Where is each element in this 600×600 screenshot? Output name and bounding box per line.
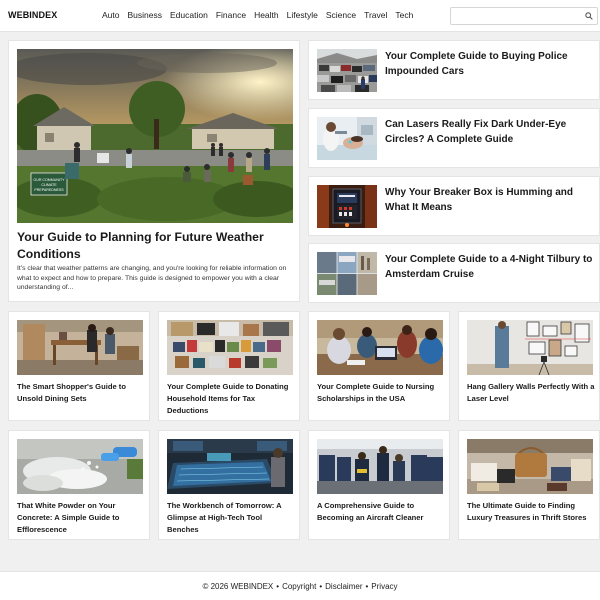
side-article-title[interactable]: Your Complete Guide to a 4-Night Tilbury… (385, 252, 595, 282)
footer-copyright: © 2026 WEBINDEX (202, 581, 274, 591)
footer-link-privacy[interactable]: Privacy (371, 582, 397, 591)
nav-link-business[interactable]: Business (128, 10, 163, 20)
grid-article-title[interactable]: Your Complete Guide to Donating Househol… (167, 381, 295, 417)
grid-article-image[interactable] (17, 320, 143, 375)
svg-text:PREPAREDNESS: PREPAREDNESS (34, 188, 64, 192)
nav-link-finance[interactable]: Finance (216, 10, 246, 20)
grid-article-title[interactable]: A Comprehensive Guide to Becoming an Air… (317, 500, 445, 524)
featured-article-excerpt: It's clear that weather patterns are cha… (17, 265, 287, 291)
grid-article-image[interactable] (467, 320, 593, 375)
grid-article-image[interactable] (167, 320, 293, 375)
grid-article-card[interactable]: The Workbench of Tomorrow: A Glimpse at … (158, 430, 300, 540)
grid-article-image[interactable] (167, 439, 293, 494)
grid-article-title[interactable]: That White Powder on Your Concrete: A Si… (17, 500, 145, 536)
featured-article-image[interactable]: OUR COMMUNITY CLIMATE PREPAREDNESS (17, 49, 293, 223)
nav-link-health[interactable]: Health (254, 10, 279, 20)
search-input[interactable] (451, 8, 581, 24)
nav-link-tech[interactable]: Tech (395, 10, 413, 20)
featured-article-title[interactable]: Your Guide to Planning for Future Weathe… (17, 229, 293, 263)
grid-article-title[interactable]: Your Complete Guide to Nursing Scholarsh… (317, 381, 445, 405)
side-article-card[interactable]: Your Complete Guide to Buying Police Imp… (308, 40, 600, 100)
footer-link-copyright[interactable]: Copyright (282, 582, 316, 591)
grid-article-title[interactable]: Hang Gallery Walls Perfectly With a Lase… (467, 381, 595, 405)
main-nav: Auto Business Education Finance Health L… (102, 10, 421, 20)
grid-article-title[interactable]: The Smart Shopper's Guide to Unsold Dini… (17, 381, 145, 405)
svg-text:OUR COMMUNITY: OUR COMMUNITY (33, 178, 65, 182)
nav-link-lifestyle[interactable]: Lifestyle (287, 10, 318, 20)
side-article-image[interactable] (317, 185, 377, 228)
nav-link-science[interactable]: Science (326, 10, 356, 20)
side-article-title[interactable]: Why Your Breaker Box is Humming and What… (385, 185, 595, 215)
grid-article-image[interactable] (317, 439, 443, 494)
site-footer: © 2026 WEBINDEX • Copyright • Disclaimer… (0, 571, 600, 600)
grid-article-card[interactable]: Your Complete Guide to Nursing Scholarsh… (308, 311, 450, 421)
grid-article-card[interactable]: Hang Gallery Walls Perfectly With a Lase… (458, 311, 600, 421)
nav-link-education[interactable]: Education (170, 10, 208, 20)
side-article-image[interactable] (317, 49, 377, 92)
grid-article-title[interactable]: The Ultimate Guide to Finding Luxury Tre… (467, 500, 595, 524)
grid-article-title[interactable]: The Workbench of Tomorrow: A Glimpse at … (167, 500, 295, 536)
site-header: WEBINDEX Auto Business Education Finance… (0, 0, 600, 32)
footer-link-disclaimer[interactable]: Disclaimer (325, 582, 362, 591)
grid-article-card[interactable]: That White Powder on Your Concrete: A Si… (8, 430, 150, 540)
site-logo[interactable]: WEBINDEX (8, 10, 57, 20)
search-icon (585, 12, 593, 20)
grid-article-image[interactable] (17, 439, 143, 494)
grid-article-image[interactable] (467, 439, 593, 494)
nav-link-auto[interactable]: Auto (102, 10, 120, 20)
featured-article-card[interactable]: OUR COMMUNITY CLIMATE PREPAREDNESS Your … (8, 40, 300, 302)
side-article-card[interactable]: Your Complete Guide to a 4-Night Tilbury… (308, 243, 600, 303)
search-box (450, 7, 598, 25)
side-article-image[interactable] (317, 252, 377, 295)
grid-article-image[interactable] (317, 320, 443, 375)
search-button[interactable] (581, 8, 597, 24)
nav-link-travel[interactable]: Travel (364, 10, 387, 20)
side-article-title[interactable]: Your Complete Guide to Buying Police Imp… (385, 49, 595, 79)
grid-article-card[interactable]: The Smart Shopper's Guide to Unsold Dini… (8, 311, 150, 421)
side-article-card[interactable]: Can Lasers Really Fix Dark Under-Eye Cir… (308, 108, 600, 168)
svg-text:CLIMATE: CLIMATE (41, 183, 57, 187)
side-article-title[interactable]: Can Lasers Really Fix Dark Under-Eye Cir… (385, 117, 595, 147)
grid-article-card[interactable]: A Comprehensive Guide to Becoming an Air… (308, 430, 450, 540)
grid-article-card[interactable]: The Ultimate Guide to Finding Luxury Tre… (458, 430, 600, 540)
side-article-image[interactable] (317, 117, 377, 160)
grid-article-card[interactable]: Your Complete Guide to Donating Househol… (158, 311, 300, 421)
side-article-card[interactable]: Why Your Breaker Box is Humming and What… (308, 176, 600, 236)
